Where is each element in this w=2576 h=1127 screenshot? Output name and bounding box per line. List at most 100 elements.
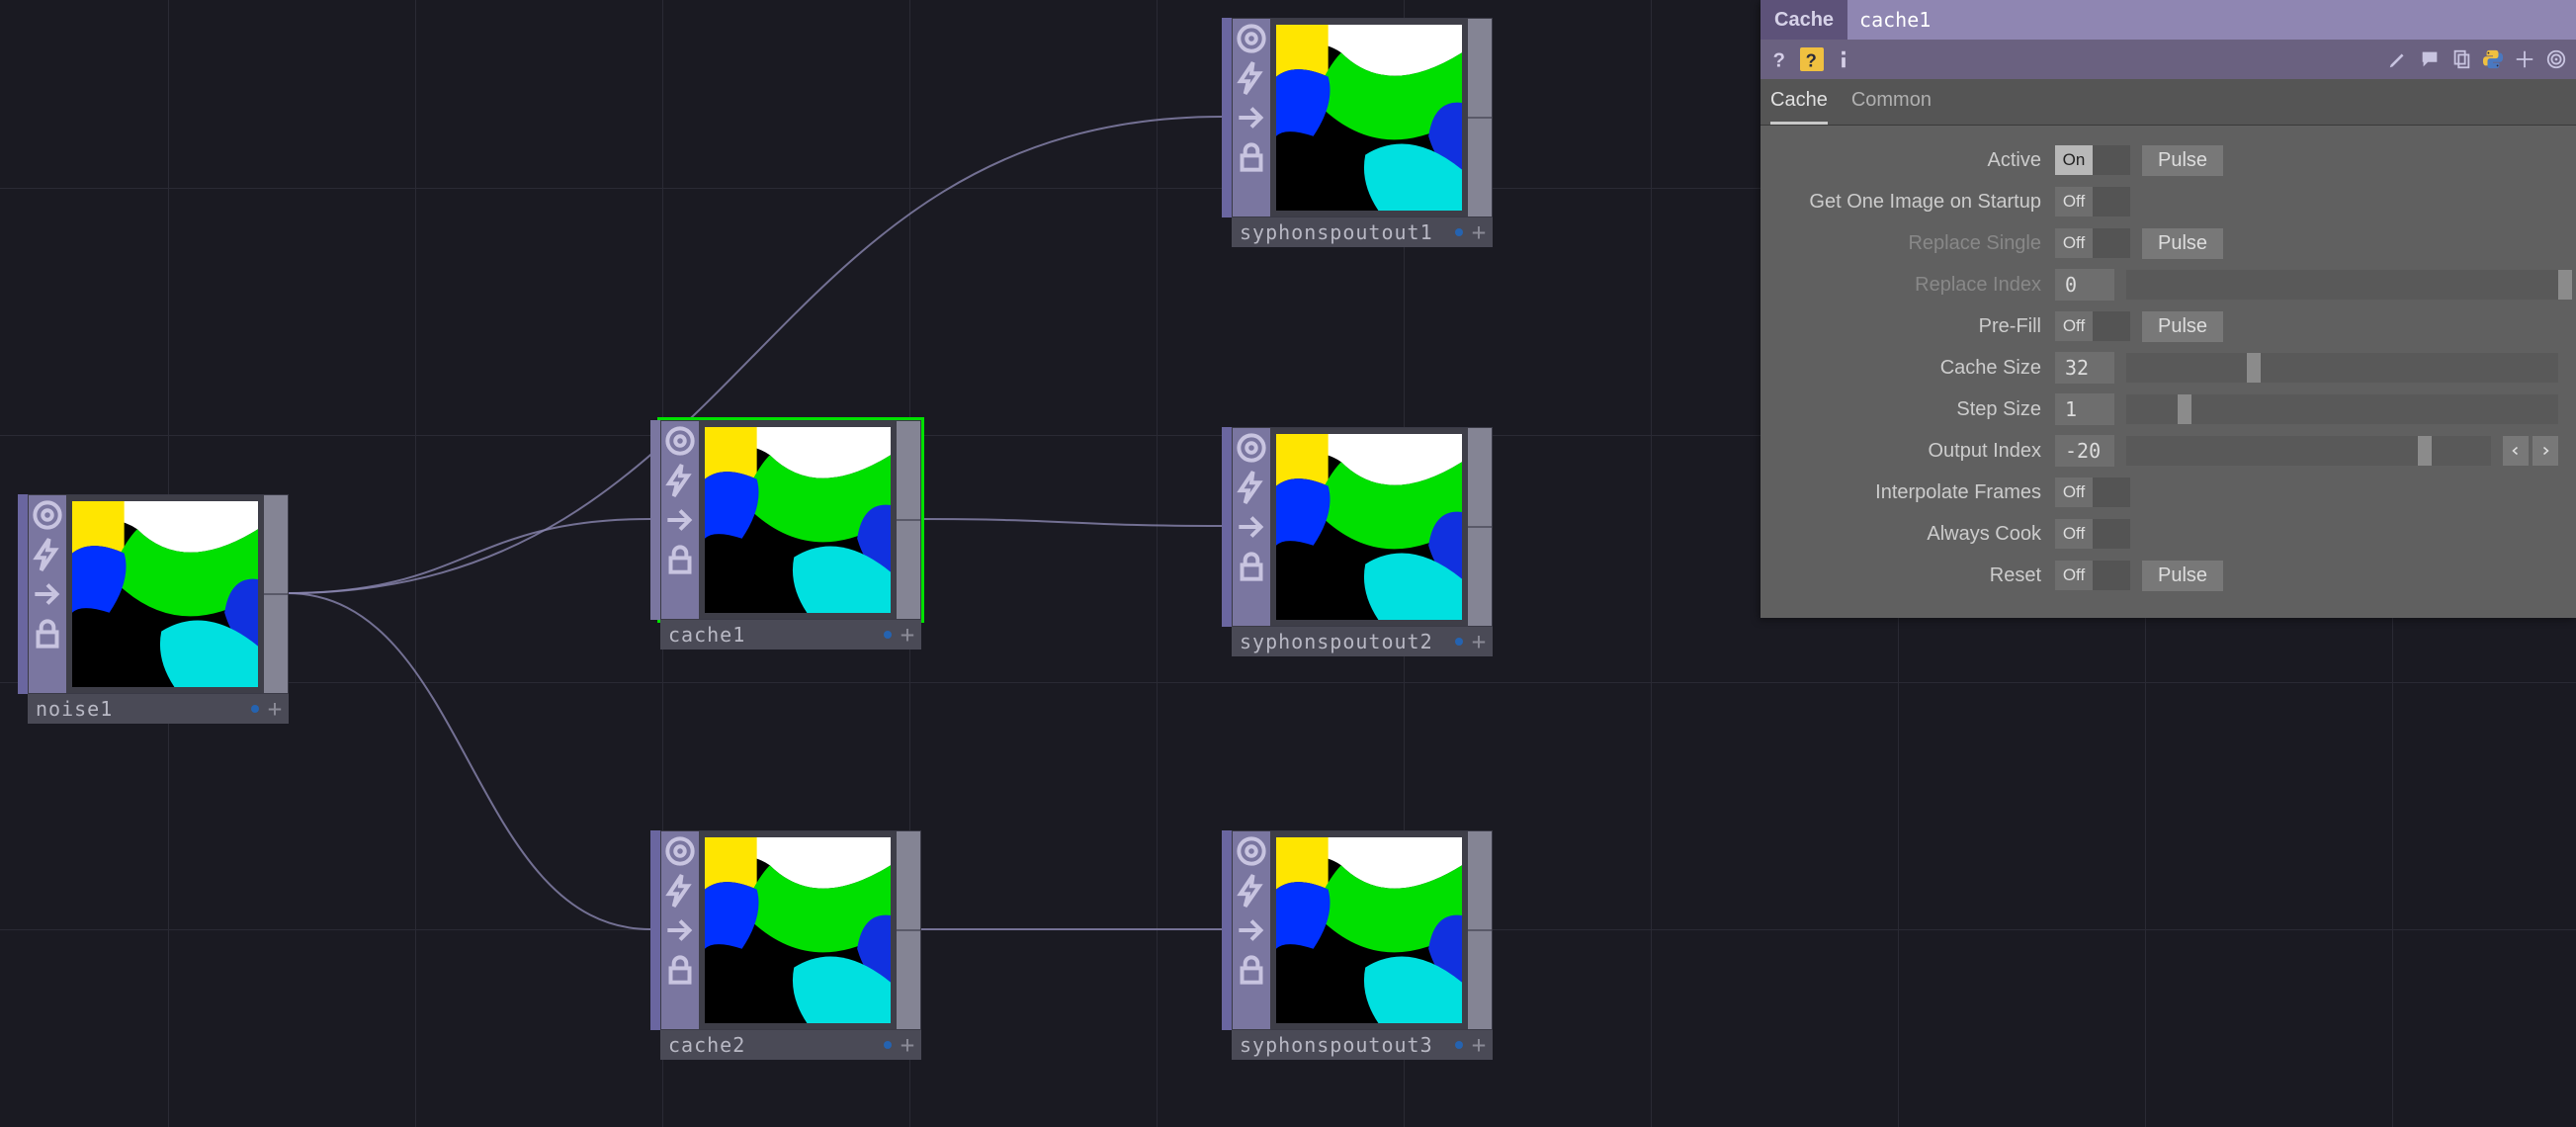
node-noise1[interactable]: noise1 + — [28, 494, 289, 724]
node-name-label[interactable]: syphonspoutout3 — [1232, 1033, 1449, 1057]
operator-name-field[interactable]: cache1 — [1847, 0, 2576, 40]
add-output-icon[interactable]: + — [898, 625, 917, 645]
pages-icon[interactable] — [2449, 47, 2473, 71]
node-preview[interactable] — [1270, 19, 1468, 217]
clone-immune-icon[interactable] — [1233, 58, 1270, 98]
input-connector[interactable] — [650, 420, 660, 620]
clone-immune-icon[interactable] — [661, 871, 699, 910]
add-output-icon[interactable]: + — [898, 1035, 917, 1055]
add-output-icon[interactable]: + — [1469, 632, 1489, 651]
display-flag-icon[interactable] — [1455, 228, 1463, 236]
python-icon[interactable] — [2481, 47, 2505, 71]
lock-icon[interactable] — [1233, 950, 1270, 990]
bypass-icon[interactable] — [1233, 910, 1270, 950]
bypass-icon[interactable] — [29, 574, 66, 614]
node-name-label[interactable]: cache1 — [660, 623, 878, 647]
output-connector[interactable] — [264, 495, 288, 693]
node-name-label[interactable]: syphonspoutout2 — [1232, 630, 1449, 653]
node-cache2[interactable]: cache2 + — [660, 830, 921, 1060]
output-connector[interactable] — [897, 831, 920, 1029]
info-icon[interactable] — [1832, 47, 1855, 71]
comment-icon[interactable] — [2418, 47, 2442, 71]
viewer-flag-icon[interactable] — [1233, 428, 1270, 468]
input-connector[interactable] — [1222, 427, 1232, 627]
tab-cache[interactable]: Cache — [1770, 79, 1828, 125]
lock-icon[interactable] — [661, 950, 699, 990]
output-connector[interactable] — [1468, 831, 1492, 1029]
clone-immune-icon[interactable] — [29, 535, 66, 574]
toggle[interactable]: Off — [2055, 187, 2130, 217]
node-preview[interactable] — [699, 831, 897, 1029]
number-field[interactable]: 32 — [2055, 352, 2114, 384]
number-field[interactable]: -20 — [2055, 435, 2114, 467]
slider[interactable] — [2126, 353, 2558, 383]
display-flag-icon[interactable] — [884, 1041, 892, 1049]
lock-icon[interactable] — [1233, 547, 1270, 586]
tab-common[interactable]: Common — [1851, 79, 1932, 125]
viewer-flag-icon[interactable] — [1233, 831, 1270, 871]
add-output-icon[interactable]: + — [1469, 1035, 1489, 1055]
pulse-button[interactable]: Pulse — [2142, 561, 2223, 591]
input-connector[interactable] — [18, 494, 28, 694]
input-connector[interactable] — [1222, 830, 1232, 1030]
display-flag-icon[interactable] — [1455, 1041, 1463, 1049]
display-flag-icon[interactable] — [884, 631, 892, 639]
node-preview[interactable] — [66, 495, 264, 693]
bypass-icon[interactable] — [1233, 507, 1270, 547]
clone-immune-icon[interactable] — [661, 461, 699, 500]
viewer-flag-icon[interactable] — [661, 831, 699, 871]
node-syphonspoutout3[interactable]: syphonspoutout3 + — [1232, 830, 1493, 1060]
clone-immune-icon[interactable] — [1233, 468, 1270, 507]
svg-text:?: ? — [1773, 49, 1785, 70]
pulse-button[interactable]: Pulse — [2142, 145, 2223, 176]
param-replace_single: Replace SingleOffPulse — [1778, 222, 2558, 264]
step-down-icon[interactable] — [2503, 436, 2529, 466]
bypass-icon[interactable] — [661, 500, 699, 540]
lock-icon[interactable] — [1233, 137, 1270, 177]
help-highlight-icon[interactable]: ? — [1800, 47, 1824, 71]
node-preview[interactable] — [1270, 428, 1468, 626]
input-connector[interactable] — [650, 830, 660, 1030]
pulse-button[interactable]: Pulse — [2142, 228, 2223, 259]
node-syphonspoutout2[interactable]: syphonspoutout2 + — [1232, 427, 1493, 656]
bypass-icon[interactable] — [661, 910, 699, 950]
plus-icon[interactable] — [2513, 47, 2536, 71]
node-syphonspoutout1[interactable]: syphonspoutout1 + — [1232, 18, 1493, 247]
bypass-icon[interactable] — [1233, 98, 1270, 137]
node-title-bar: noise1 + — [28, 694, 289, 724]
pencil-icon[interactable] — [2386, 47, 2410, 71]
toggle[interactable]: On — [2055, 145, 2130, 175]
slider[interactable] — [2126, 436, 2491, 466]
step-up-icon[interactable] — [2533, 436, 2558, 466]
add-output-icon[interactable]: + — [265, 699, 285, 719]
add-output-icon[interactable]: + — [1469, 222, 1489, 242]
viewer-flag-icon[interactable] — [29, 495, 66, 535]
viewer-flag-icon[interactable] — [1233, 19, 1270, 58]
clone-immune-icon[interactable] — [1233, 871, 1270, 910]
help-icon[interactable]: ? — [1768, 47, 1792, 71]
output-connector[interactable] — [1468, 428, 1492, 626]
lock-icon[interactable] — [29, 614, 66, 653]
node-name-label[interactable]: cache2 — [660, 1033, 878, 1057]
toggle[interactable]: Off — [2055, 561, 2130, 590]
output-connector[interactable] — [897, 421, 920, 619]
viewer-flag-icon[interactable] — [661, 421, 699, 461]
node-preview[interactable] — [699, 421, 897, 619]
toggle[interactable]: Off — [2055, 477, 2130, 507]
node-preview[interactable] — [1270, 831, 1468, 1029]
radar-icon[interactable] — [2544, 47, 2568, 71]
node-name-label[interactable]: syphonspoutout1 — [1232, 220, 1449, 244]
lock-icon[interactable] — [661, 540, 699, 579]
display-flag-icon[interactable] — [251, 705, 259, 713]
output-connector[interactable] — [1468, 19, 1492, 217]
slider[interactable] — [2126, 394, 2558, 424]
input-connector[interactable] — [1222, 18, 1232, 217]
pulse-button[interactable]: Pulse — [2142, 311, 2223, 342]
display-flag-icon[interactable] — [1455, 638, 1463, 646]
number-field[interactable]: 1 — [2055, 393, 2114, 425]
node-flags — [1233, 831, 1270, 1029]
node-cache1[interactable]: cache1 + — [660, 420, 921, 650]
toggle[interactable]: Off — [2055, 311, 2130, 341]
node-name-label[interactable]: noise1 — [28, 697, 245, 721]
toggle[interactable]: Off — [2055, 519, 2130, 549]
